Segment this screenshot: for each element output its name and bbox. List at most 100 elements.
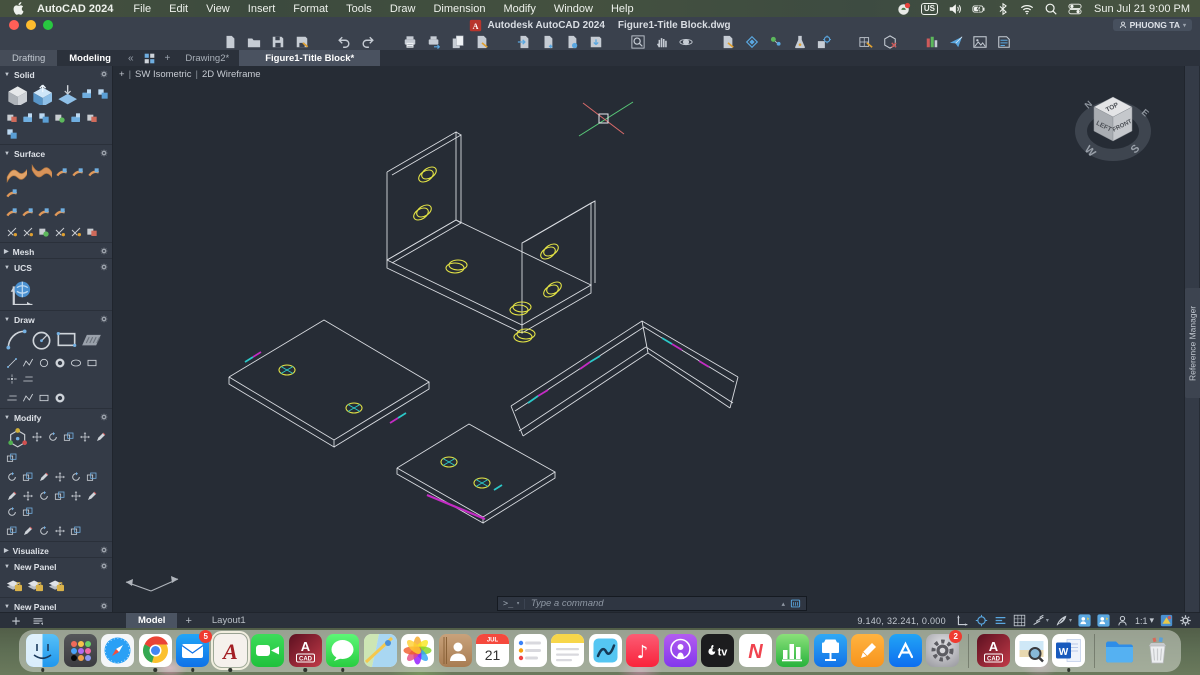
menu-item-dimension[interactable]: Dimension <box>424 3 494 15</box>
stretch-tool[interactable] <box>37 489 50 502</box>
plot-button[interactable] <box>402 34 418 50</box>
panel-gear-icon[interactable] <box>100 263 108 273</box>
drawing-canvas[interactable]: +|SW Isometric|2D Wireframe N E S W TOP … <box>113 66 1184 612</box>
annotation-scale-person-icon[interactable] <box>1116 614 1129 627</box>
dock-app-downloads[interactable] <box>1103 633 1136 670</box>
palette-section-header[interactable]: ▼Solid <box>0 68 112 81</box>
sculpt-tool[interactable] <box>53 206 66 219</box>
polyline-tool[interactable] <box>21 356 34 369</box>
panel-gear-icon[interactable] <box>100 315 108 325</box>
menu-item-format[interactable]: Format <box>284 3 337 15</box>
render-button[interactable] <box>972 34 988 50</box>
dock-app-launchpad[interactable] <box>64 633 97 670</box>
dock-app-facetime[interactable] <box>251 633 284 670</box>
curvature-analysis-tool[interactable] <box>21 225 34 238</box>
menu-item-autocad-2024[interactable]: AutoCAD 2024 <box>28 3 124 15</box>
patch-tool[interactable] <box>71 167 84 180</box>
graphics-performance-icon[interactable] <box>1160 614 1173 627</box>
dock-app-chrome[interactable] <box>139 633 172 670</box>
new-layout-button[interactable]: + <box>177 613 199 629</box>
palette-section-header[interactable]: ▼Modify <box>0 411 112 424</box>
point-tool[interactable] <box>5 372 18 385</box>
bluetooth-icon[interactable] <box>992 2 1014 16</box>
markup-button[interactable] <box>720 34 736 50</box>
spline-tool[interactable] <box>21 391 34 404</box>
dock-app-finder[interactable] <box>26 633 59 670</box>
menu-item-help[interactable]: Help <box>602 3 643 15</box>
presspull-tool[interactable] <box>55 83 77 105</box>
sweep-tool[interactable] <box>96 88 109 101</box>
layout1-tab[interactable]: Layout1 <box>200 613 258 629</box>
dock-app-messages[interactable] <box>326 633 359 670</box>
command-input[interactable]: Type a command <box>525 598 777 609</box>
dock-app-calendar[interactable]: JUL21 <box>476 633 509 670</box>
import-button[interactable] <box>516 34 532 50</box>
measure-button[interactable] <box>792 34 808 50</box>
menu-item-view[interactable]: View <box>197 3 239 15</box>
annotation-scale-value[interactable]: 1:1▾ <box>1135 615 1154 626</box>
palette-section-header[interactable]: ▼New Panel <box>0 600 112 612</box>
dock-app-appstore[interactable] <box>889 633 922 670</box>
collapse-tabs-icon[interactable]: « <box>123 50 139 66</box>
annotation-autoscale-icon[interactable] <box>1097 614 1110 627</box>
break-tool[interactable] <box>69 470 82 483</box>
circle-2p-tool[interactable] <box>37 356 50 369</box>
box-tool[interactable] <box>5 83 27 105</box>
menu-item-tools[interactable]: Tools <box>337 3 381 15</box>
erase-tool[interactable] <box>85 489 98 502</box>
arc-tool[interactable] <box>5 328 27 350</box>
rectangle-tool[interactable] <box>55 328 77 350</box>
cv-hide-tool[interactable] <box>53 225 66 238</box>
cv-add-tool[interactable] <box>85 225 98 238</box>
dock-app-reminders[interactable] <box>514 633 547 670</box>
battery-icon[interactable] <box>968 2 990 16</box>
copy-tool[interactable] <box>5 524 18 537</box>
dock-app-pages[interactable] <box>851 633 884 670</box>
dock-app-podcasts[interactable] <box>664 633 697 670</box>
isodraft-icon[interactable]: ▾ <box>1032 614 1049 627</box>
dynamic-input-icon[interactable] <box>994 614 1007 627</box>
dock-app-notes[interactable] <box>551 633 584 670</box>
array-button[interactable] <box>858 34 874 50</box>
command-customize-icon[interactable] <box>790 598 806 609</box>
pan-button[interactable] <box>654 34 670 50</box>
dock-app-numbers[interactable] <box>776 633 809 670</box>
dock-app-news[interactable]: N <box>739 633 772 670</box>
trim-tool[interactable] <box>5 489 18 502</box>
cv-show-tool[interactable] <box>37 225 50 238</box>
interfere-tool[interactable] <box>21 470 34 483</box>
workspace-tab-drafting[interactable]: Drafting <box>0 50 57 66</box>
loft-tool[interactable] <box>80 88 93 101</box>
array-tool[interactable] <box>69 489 82 502</box>
reference-manager-tab[interactable]: Reference Manager <box>1185 288 1200 398</box>
dock-app-autocad[interactable]: ACAD <box>977 633 1010 670</box>
dock-app-settings[interactable]: 2 <box>926 633 959 670</box>
menu-item-modify[interactable]: Modify <box>494 3 544 15</box>
view-control[interactable]: SW Isometric <box>135 69 191 80</box>
command-history-icon[interactable]: ▴ <box>776 600 790 608</box>
palette-section-header[interactable]: ▼New Panel <box>0 560 112 573</box>
plot-preview-button[interactable] <box>426 34 442 50</box>
open-button[interactable] <box>246 34 262 50</box>
untrim-tool[interactable] <box>21 206 34 219</box>
publish-button[interactable] <box>474 34 490 50</box>
sheet-set-manager-button[interactable] <box>996 34 1012 50</box>
viewport-menu-control[interactable]: + <box>119 69 125 80</box>
dock-app-contacts[interactable] <box>439 633 472 670</box>
save-button[interactable] <box>270 34 286 50</box>
point-style-button[interactable] <box>768 34 784 50</box>
dock-app-trash[interactable] <box>1141 633 1174 670</box>
copy-button[interactable] <box>450 34 466 50</box>
menu-item-insert[interactable]: Insert <box>239 3 285 15</box>
properties-button[interactable] <box>924 34 940 50</box>
reverse-tool[interactable] <box>53 524 66 537</box>
annotation-marker-icon[interactable]: ▾ <box>1055 614 1072 627</box>
revision-cloud-tool[interactable] <box>53 391 66 404</box>
menu-clock[interactable]: Sun Jul 21 9:00 PM <box>1094 3 1190 15</box>
control-center-icon[interactable] <box>1064 2 1086 16</box>
construction-line-tool[interactable] <box>21 372 34 385</box>
panel-gear-icon[interactable] <box>100 149 108 159</box>
apple-menu-icon[interactable] <box>8 2 28 15</box>
view-cube[interactable]: N E S W TOP LEFT FRONT <box>1072 84 1156 173</box>
slice-tool[interactable] <box>53 111 66 124</box>
